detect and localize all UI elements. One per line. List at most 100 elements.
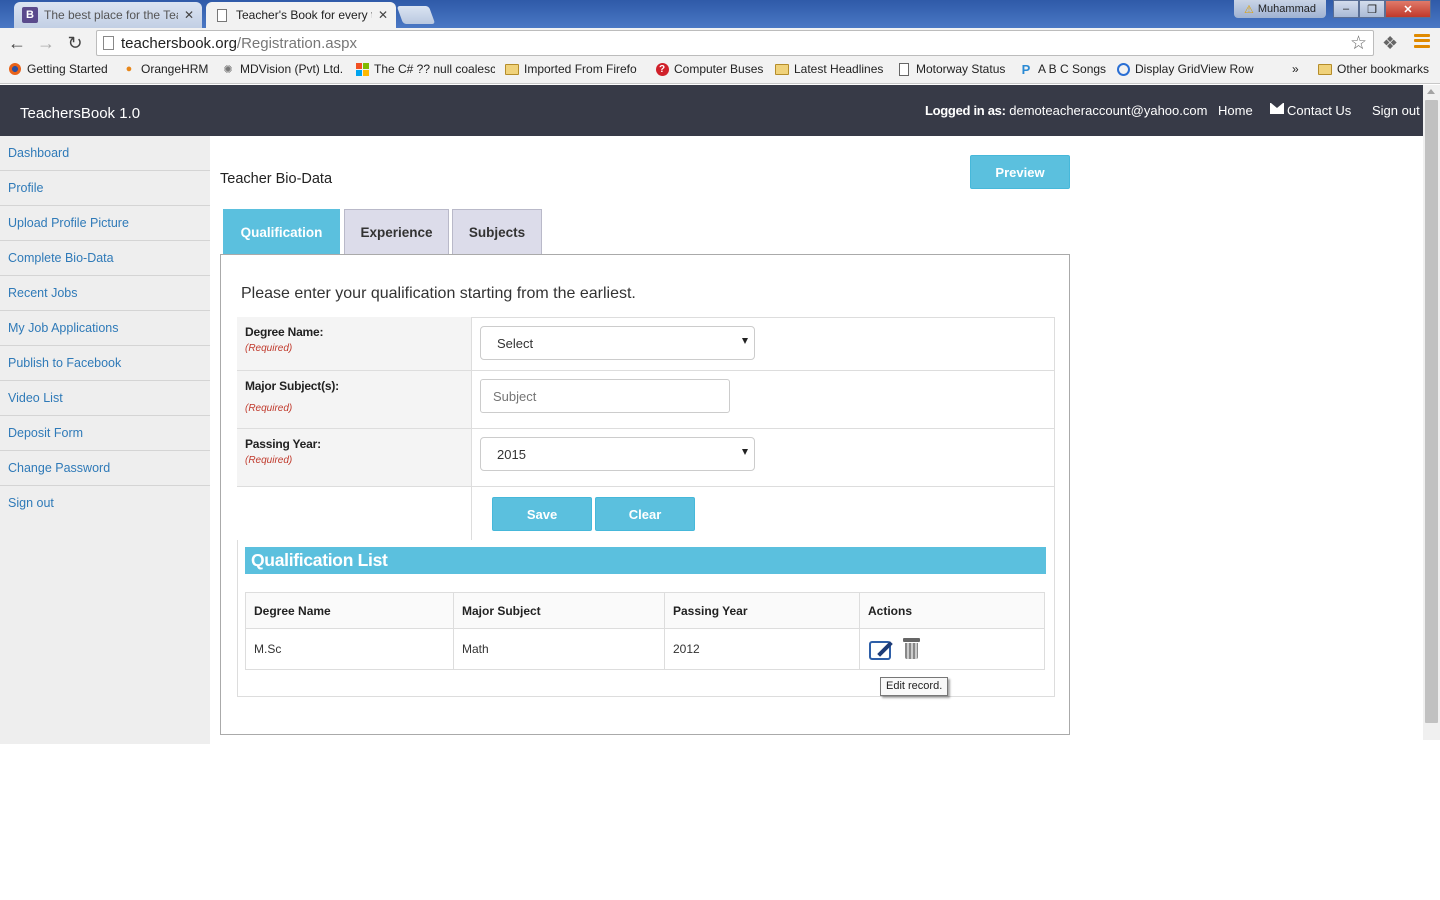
browser-tab-1[interactable]: B The best place for the Tea ✕ — [14, 2, 202, 28]
bookmark-label: Getting Started — [27, 62, 108, 76]
sidebar-item-recent-jobs[interactable]: Recent Jobs — [0, 276, 210, 311]
qualification-list-title: Qualification List — [245, 547, 1046, 574]
bookmark-star-icon[interactable]: ☆ — [1350, 32, 1367, 55]
page-scrollbar[interactable] — [1423, 85, 1440, 740]
major-control-cell — [472, 371, 1055, 428]
qualification-panel: Please enter your qualification starting… — [220, 254, 1070, 735]
intro-text: Please enter your qualification starting… — [241, 285, 636, 302]
browser-menu-icon[interactable] — [1414, 33, 1430, 49]
sidebar-item-change-password[interactable]: Change Password — [0, 451, 210, 486]
sidebar-item-video-list[interactable]: Video List — [0, 381, 210, 416]
delete-record-icon[interactable] — [903, 638, 920, 660]
tab-experience[interactable]: Experience — [344, 209, 449, 255]
save-button[interactable]: Save — [492, 497, 592, 531]
bookmark-computer-buses[interactable]: ? Computer Buses — [655, 62, 767, 76]
address-bar[interactable]: teachersbook.org/Registration.aspx ☆ — [96, 30, 1374, 56]
nav-home-link[interactable]: Home — [1218, 103, 1253, 118]
tab-qualification[interactable]: Qualification — [223, 209, 340, 255]
major-row: Major Subject(s): (Required) — [237, 371, 1055, 429]
year-control-cell: 2015 — [472, 429, 1055, 486]
sidebar-item-deposit-form[interactable]: Deposit Form — [0, 416, 210, 451]
sidebar-item-complete-bio-data[interactable]: Complete Bio-Data — [0, 241, 210, 276]
bookmark-mdvision[interactable]: ✺ MDVision (Pvt) Ltd. — [221, 62, 347, 76]
dropdown-arrow-icon — [742, 338, 748, 344]
scrollbar-thumb[interactable] — [1425, 100, 1438, 723]
actions-label-cell — [237, 487, 472, 540]
bookmark-gridview[interactable]: Display GridView Row — [1116, 62, 1256, 76]
profile-badge[interactable]: ⚠ Muhammad — [1234, 0, 1326, 18]
sidebar-item-profile[interactable]: Profile — [0, 171, 210, 206]
bookmark-getting-started[interactable]: Getting Started — [8, 62, 114, 76]
sidebar: Dashboard Profile Upload Profile Picture… — [0, 136, 210, 744]
required-note: (Required) — [245, 403, 293, 414]
logged-in-user: demoteacheraccount@yahoo.com — [1009, 103, 1208, 118]
sidebar-item-my-job-applications[interactable]: My Job Applications — [0, 311, 210, 346]
bookmark-orangehrm[interactable]: ● OrangeHRM — [122, 62, 214, 76]
bookmark-latest-headlines[interactable]: Latest Headlines — [775, 62, 889, 76]
windows-icon — [355, 62, 369, 76]
bookmark-label: MDVision (Pvt) Ltd. — [240, 62, 344, 76]
degree-select-value: Select — [497, 336, 534, 351]
preview-button[interactable]: Preview — [970, 155, 1070, 189]
major-label: Major Subject(s): — [245, 379, 339, 393]
browser-tab-2[interactable]: Teacher's Book for every t ✕ — [206, 2, 396, 28]
table-row: M.Sc Math 2012 — [245, 628, 1045, 670]
passing-year-select[interactable]: 2015 — [480, 437, 755, 471]
nav-signout-link[interactable]: Sign out — [1372, 103, 1420, 118]
close-window-icon[interactable]: ✕ — [1385, 0, 1431, 18]
nav-contact-link[interactable]: Contact Us — [1270, 103, 1351, 118]
column-header: Major Subject — [453, 592, 665, 629]
back-icon[interactable]: ← — [6, 32, 28, 54]
major-subject-input[interactable] — [480, 379, 730, 413]
bookmark-abc-songs[interactable]: P A B C Songs — [1019, 62, 1109, 76]
orange-icon: ● — [125, 63, 133, 75]
folder-icon — [505, 62, 519, 76]
sidebar-item-sign-out[interactable]: Sign out — [0, 486, 210, 521]
degree-label: Degree Name: — [245, 325, 324, 339]
forward-icon[interactable]: → — [35, 32, 57, 54]
reload-icon[interactable]: ↻ — [64, 32, 86, 54]
minimize-icon[interactable]: – — [1333, 0, 1359, 18]
major-label-cell: Major Subject(s): (Required) — [237, 371, 472, 428]
qualification-table: Degree Name Major Subject Passing Year A… — [245, 592, 1045, 670]
bookmark-label: Computer Buses — [674, 62, 764, 76]
degree-select[interactable]: Select — [480, 326, 755, 360]
sidebar-item-upload-profile-picture[interactable]: Upload Profile Picture — [0, 206, 210, 241]
bookmark-imported-folder[interactable]: Imported From Firefo — [505, 62, 645, 76]
app-brand[interactable]: TeachersBook 1.0 — [20, 105, 140, 122]
scroll-up-icon[interactable] — [1427, 89, 1435, 94]
degree-control-cell: Select — [472, 317, 1055, 370]
sidebar-item-publish-to-facebook[interactable]: Publish to Facebook — [0, 346, 210, 381]
page-icon — [214, 7, 230, 23]
question-icon: ? — [655, 62, 669, 76]
restore-icon[interactable]: ❐ — [1359, 0, 1385, 18]
dropbox-extension-icon[interactable]: ❖ — [1382, 33, 1398, 54]
close-tab-icon[interactable]: ✕ — [378, 8, 388, 22]
cell-degree: M.Sc — [245, 628, 454, 670]
browser-tab-title: The best place for the Tea — [44, 8, 178, 22]
document-icon — [897, 62, 911, 76]
edit-record-tooltip: Edit record. — [880, 677, 949, 696]
passing-year-value: 2015 — [497, 447, 526, 462]
bookmark-csharp[interactable]: The C# ?? null coalesc — [355, 62, 495, 76]
clear-button[interactable]: Clear — [595, 497, 695, 531]
logged-in-label: Logged in as: — [925, 103, 1006, 118]
tab-subjects[interactable]: Subjects — [452, 209, 542, 255]
column-header: Passing Year — [664, 592, 860, 629]
page-info-icon[interactable] — [103, 36, 114, 50]
bookmarks-overflow-chevron[interactable]: » — [1292, 62, 1299, 76]
dropdown-arrow-icon — [742, 449, 748, 455]
year-label-cell: Passing Year: (Required) — [237, 429, 472, 486]
new-tab-button[interactable] — [396, 6, 436, 24]
browser-tab-title: Teacher's Book for every t — [236, 8, 372, 22]
edit-record-icon[interactable] — [868, 637, 895, 661]
cell-major: Math — [453, 628, 665, 670]
bookmark-motorway-status[interactable]: Motorway Status — [897, 62, 1011, 76]
firefox-icon — [8, 62, 22, 76]
close-tab-icon[interactable]: ✕ — [184, 8, 194, 22]
other-bookmarks[interactable]: Other bookmarks — [1318, 62, 1436, 76]
sidebar-item-dashboard[interactable]: Dashboard — [0, 136, 210, 171]
url-path: /Registration.aspx — [236, 35, 357, 52]
column-header: Actions — [859, 592, 1045, 629]
folder-icon — [775, 62, 789, 76]
